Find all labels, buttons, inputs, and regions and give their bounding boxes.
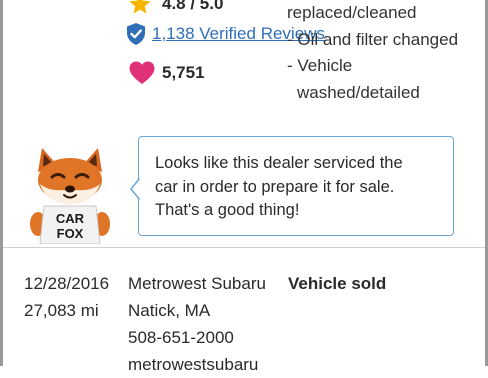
service-note-line: - Oil and filter changed [287, 29, 459, 49]
service-notes: replaced/cleaned - Oil and filter change… [287, 0, 458, 106]
record-date: 12/28/2016 [24, 274, 110, 293]
rating-value: 4.8 / 5.0 [162, 0, 224, 13]
dealer-name: Metrowest Subaru [128, 274, 266, 293]
star-icon [129, 0, 151, 14]
dealer-location: Natick, MA [128, 301, 211, 320]
section-divider [3, 247, 485, 248]
record-date-column: 12/28/2016 27,083 mi [24, 270, 109, 324]
dealer-rating: 4.8 / 5.0 [128, 0, 223, 16]
service-note-line: - Vehicle [287, 56, 353, 75]
dealer-website[interactable]: metrowestsubaru [128, 351, 266, 378]
carfox-speech-bubble: Looks like this dealer serviced the car … [138, 136, 454, 236]
record-source-column: Metrowest Subaru Natick, MA 508-651-2000… [128, 270, 266, 378]
shirt-text-bottom: FOX [57, 226, 84, 241]
service-note-line: washed/detailed [297, 82, 420, 102]
left-frame-edge [0, 0, 3, 366]
speech-bubble-tail [130, 178, 141, 200]
dealer-phone[interactable]: 508-651-2000 [128, 324, 266, 351]
carfox-message: Looks like this dealer serviced the car … [155, 152, 445, 223]
heart-icon [129, 61, 155, 84]
verified-shield-icon [127, 23, 145, 45]
carfox-mascot-icon: CAR FOX [30, 148, 110, 244]
record-odometer: 27,083 mi [24, 301, 99, 320]
carfox-message-line: Looks like this dealer serviced the [155, 154, 403, 172]
shirt-text-top: CAR [56, 211, 85, 226]
favorites-count: 5,751 [162, 63, 205, 82]
service-note-line: replaced/cleaned [287, 3, 417, 22]
record-event: Vehicle sold [288, 274, 387, 293]
carfox-message-line: car in order to prepare it for sale. [155, 177, 395, 196]
carfox-message-line: That's a good thing! [155, 201, 300, 219]
dealer-favorites: 5,751 [128, 60, 205, 86]
record-event-column: Vehicle sold [288, 270, 386, 297]
